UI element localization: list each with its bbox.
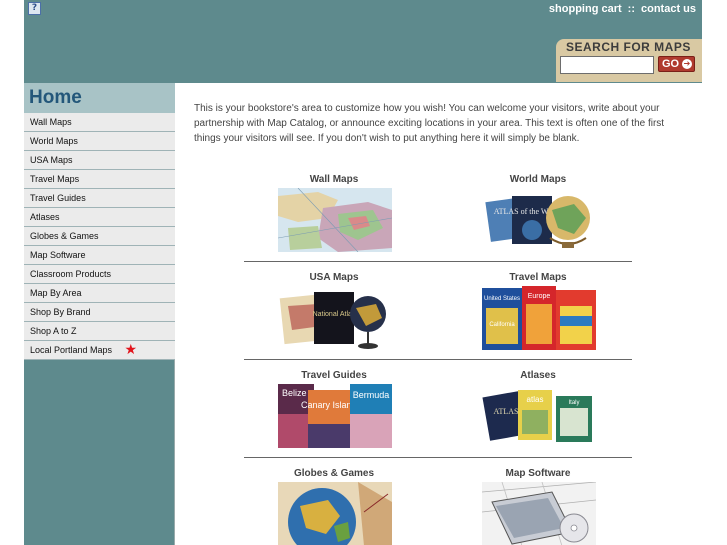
category-label-world-maps[interactable]: World Maps <box>481 174 595 185</box>
sidebar-item-usa-maps[interactable]: USA Maps <box>24 151 175 170</box>
divider <box>244 359 632 360</box>
sidebar-item-travel-guides[interactable]: Travel Guides <box>24 189 175 208</box>
category-label-usa-maps[interactable]: USA Maps <box>277 272 391 283</box>
sidebar-item-local-portland-maps[interactable]: Local Portland Maps ★ <box>24 341 175 360</box>
bermuda-text: Bermuda <box>353 390 390 400</box>
atlases-image: ATLAS atlas Italy <box>482 384 596 448</box>
atlas-text: ATLAS <box>494 407 519 416</box>
map-software-image <box>482 482 596 545</box>
sidebar-item-map-software[interactable]: Map Software <box>24 246 175 265</box>
europe-text: Europe <box>528 293 551 300</box>
go-button[interactable]: GO ➔ <box>658 56 695 72</box>
intro-text: This is your bookstore's area to customi… <box>194 103 665 144</box>
category-image-travel-guides[interactable]: Belize Canary Islands Bermuda <box>278 384 392 448</box>
link-separator: :: <box>627 3 635 15</box>
travel-guides-image: Belize Canary Islands Bermuda <box>278 384 392 448</box>
sidebar-item-travel-maps[interactable]: Travel Maps <box>24 170 175 189</box>
go-label: GO <box>662 58 680 70</box>
category-image-travel-maps[interactable]: United States California Europe <box>482 286 596 350</box>
category-label-travel-guides[interactable]: Travel Guides <box>277 370 391 381</box>
sidebar-item-wall-maps[interactable]: Wall Maps <box>24 113 175 132</box>
shopping-cart-link[interactable]: shopping cart <box>549 3 622 15</box>
category-label-map-software[interactable]: Map Software <box>481 468 595 479</box>
divider <box>244 261 632 262</box>
star-icon: ★ <box>124 342 137 358</box>
atlas-lower-text: atlas <box>527 395 544 404</box>
divider <box>244 457 632 458</box>
united-states-text: United States <box>484 296 520 302</box>
header: ? shopping cart:: contact us SEARCH FOR M… <box>24 0 702 83</box>
sidebar-title: Home <box>24 83 175 113</box>
travel-maps-image: United States California Europe <box>482 286 596 350</box>
california-text: California <box>489 322 515 328</box>
sidebar-item-classroom-products[interactable]: Classroom Products <box>24 265 175 284</box>
sidebar: Home Wall Maps World Maps USA Maps Trave… <box>24 83 175 545</box>
italy-text: Italy <box>568 400 579 406</box>
sidebar-item-map-by-area[interactable]: Map By Area <box>24 284 175 303</box>
main-content: This is your bookstore's area to customi… <box>176 83 702 545</box>
category-label-wall-maps[interactable]: Wall Maps <box>277 174 391 185</box>
sidebar-item-globes-games[interactable]: Globes & Games <box>24 227 175 246</box>
search-panel: SEARCH FOR MAPS GO ➔ <box>556 39 702 82</box>
sidebar-item-label: Local Portland Maps <box>30 345 113 355</box>
contact-us-link[interactable]: contact us <box>641 3 696 15</box>
category-image-world-maps[interactable]: ATLAS of the WORLD <box>482 188 596 252</box>
sidebar-item-shop-a-to-z[interactable]: Shop A to Z <box>24 322 175 341</box>
category-label-travel-maps[interactable]: Travel Maps <box>481 272 595 283</box>
category-label-globes-games[interactable]: Globes & Games <box>277 468 391 479</box>
category-image-usa-maps[interactable]: National Atlas <box>278 286 392 350</box>
wall-map-image <box>278 188 392 252</box>
category-image-globes-games[interactable] <box>278 482 392 545</box>
national-atlas-text: National Atlas <box>313 311 356 318</box>
sidebar-item-world-maps[interactable]: World Maps <box>24 132 175 151</box>
usa-maps-image: National Atlas <box>278 286 392 350</box>
globes-games-image <box>278 482 392 545</box>
belize-text: Belize <box>282 388 307 398</box>
search-input[interactable] <box>560 56 654 74</box>
search-title: SEARCH FOR MAPS <box>566 40 691 54</box>
sidebar-nav: Wall Maps World Maps USA Maps Travel Map… <box>24 113 175 360</box>
category-image-wall-maps[interactable] <box>278 188 392 252</box>
category-image-map-software[interactable] <box>482 482 596 545</box>
category-image-atlases[interactable]: ATLAS atlas Italy <box>482 384 596 448</box>
arrow-right-icon: ➔ <box>682 59 692 69</box>
sidebar-item-shop-by-brand[interactable]: Shop By Brand <box>24 303 175 322</box>
help-icon[interactable]: ? <box>28 2 41 15</box>
sidebar-item-atlases[interactable]: Atlases <box>24 208 175 227</box>
world-atlas-globe-image: ATLAS of the WORLD <box>482 188 596 252</box>
top-links: shopping cart:: contact us <box>549 3 696 15</box>
category-label-atlases[interactable]: Atlases <box>481 370 595 381</box>
